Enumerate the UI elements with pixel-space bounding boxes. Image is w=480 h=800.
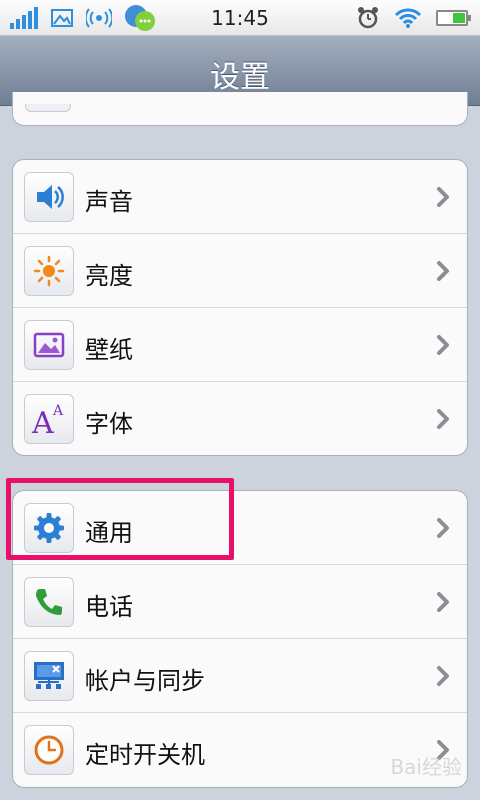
- row-label: 电话: [85, 593, 133, 621]
- chevron-right-icon: [437, 409, 449, 429]
- watermark: Bai经验: [390, 755, 462, 779]
- alarm-icon: [358, 7, 378, 29]
- row-label: 帐户与同步: [85, 667, 205, 695]
- row-label: 声音: [85, 188, 133, 216]
- settings-row-brightness[interactable]: 亮度: [13, 234, 467, 308]
- chevron-right-icon: [437, 666, 449, 686]
- row-label: 壁纸: [85, 336, 133, 364]
- wifi-icon: [394, 8, 422, 28]
- clock-icon: [24, 725, 74, 775]
- partial-row-icon: [25, 104, 71, 112]
- svg-text:A: A: [31, 406, 54, 439]
- chevron-right-icon: [437, 518, 449, 538]
- status-bar: 11:45: [0, 0, 480, 36]
- speaker-icon: [24, 172, 74, 222]
- highlight-box: [6, 478, 234, 560]
- settings-group-display: 声音 亮度 壁纸 A A 字体: [12, 159, 468, 456]
- row-label: 亮度: [85, 262, 133, 290]
- settings-group-partial[interactable]: [12, 92, 468, 126]
- chevron-right-icon: [437, 335, 449, 355]
- settings-row-accounts-sync[interactable]: 帐户与同步: [13, 639, 467, 713]
- picture-icon: [24, 320, 74, 370]
- settings-row-wallpaper[interactable]: 壁纸: [13, 308, 467, 382]
- settings-row-phone[interactable]: 电话: [13, 565, 467, 639]
- chevron-right-icon: [437, 187, 449, 207]
- battery-icon: [436, 10, 471, 26]
- row-label: 字体: [85, 410, 133, 438]
- chevron-right-icon: [437, 592, 449, 612]
- phone-icon: [24, 577, 74, 627]
- sync-icon: [24, 651, 74, 701]
- page-title: 设置: [210, 60, 270, 95]
- sun-icon: [24, 246, 74, 296]
- settings-row-font[interactable]: A A 字体: [13, 382, 467, 455]
- svg-text:A: A: [52, 403, 64, 419]
- chevron-right-icon: [437, 261, 449, 281]
- font-icon: A A: [24, 394, 74, 444]
- row-label: 定时开关机: [85, 741, 205, 769]
- settings-row-sound[interactable]: 声音: [13, 160, 467, 234]
